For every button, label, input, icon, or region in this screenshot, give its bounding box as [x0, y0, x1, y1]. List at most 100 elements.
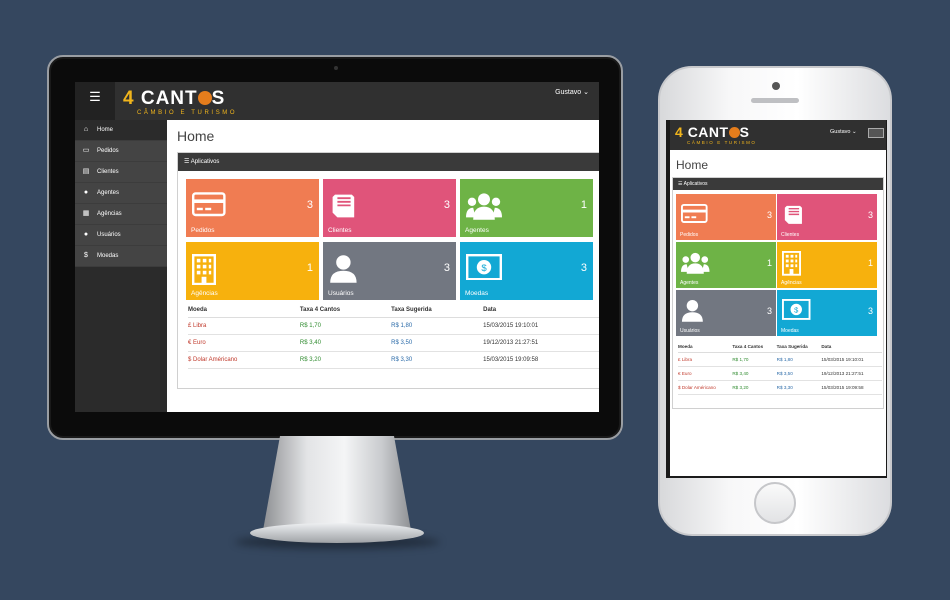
- table-cell: R$ 3,30: [776, 380, 822, 395]
- tile-moedas[interactable]: $3 Moedas: [777, 290, 877, 336]
- column-header: Taxa 4 Cantos: [732, 341, 777, 353]
- tile-count: 1: [580, 199, 587, 211]
- sidebar-item-usuarios[interactable]: ● Usuários: [75, 225, 167, 246]
- building-icon: ▦: [82, 210, 90, 217]
- desktop-monitor: ☰ 4 CANT S CÂMBIO E TURISMO Gustavo ⌄ ⌂ Ho…: [47, 55, 623, 440]
- sidebar-item-agentes[interactable]: ● Agentes: [75, 183, 167, 204]
- tile-moedas[interactable]: $3 Moedas: [460, 242, 593, 300]
- tile-count: 3: [867, 306, 873, 316]
- table-cell: 15/03/2015 19:10:01: [483, 317, 599, 335]
- tile-pedidos[interactable]: 3 Pedidos: [186, 179, 319, 237]
- tile-agências[interactable]: 1 Agências: [777, 242, 877, 288]
- tile-label: Pedidos: [680, 232, 699, 238]
- webcam: [334, 66, 338, 70]
- list-icon: ☰: [678, 181, 683, 187]
- rates-table: Moeda Taxa 4 Cantos Taxa Sugerida Data £ Lib…: [678, 341, 882, 395]
- column-header: Moeda: [678, 341, 733, 353]
- column-header: Taxa Sugerida: [776, 341, 822, 353]
- monitor-stand: [262, 436, 412, 536]
- column-header: Taxa 4 Cantos: [299, 303, 392, 318]
- tile-agentes[interactable]: 1 Agentes: [676, 242, 776, 288]
- table-cell: 15/03/2015 19:09:58: [483, 351, 599, 369]
- column-header: Moeda: [188, 303, 300, 318]
- phone-screen: 4 CANT S CÂMBIO E TURISMO Gustavo ⌄ Home …: [666, 120, 887, 478]
- tile-pedidos[interactable]: 3 Pedidos: [676, 194, 776, 240]
- front-camera: [772, 82, 780, 90]
- hamburger-icon: ☰: [89, 89, 101, 104]
- building-icon: [782, 251, 801, 281]
- mobile-navbar: 4 CANT S CÂMBIO E TURISMO Gustavo ⌄: [670, 120, 886, 150]
- tile-count: 3: [306, 199, 313, 211]
- tile-label: Clientes: [781, 232, 800, 238]
- menu-toggle-button[interactable]: ☰: [75, 82, 115, 120]
- table-row[interactable]: € Euro R$ 3,40 R$ 3,50 19/12/2013 21:27:51: [678, 366, 882, 381]
- tile-usuários[interactable]: 3 Usuários: [676, 290, 776, 336]
- menu-toggle-button[interactable]: [868, 128, 884, 138]
- brand-logo[interactable]: 4 CANT S CÂMBIO E TURISMO: [123, 88, 235, 116]
- table-cell: £ Libra: [678, 352, 733, 367]
- home-icon: ⌂: [83, 126, 89, 133]
- users-icon: [466, 191, 502, 225]
- sidebar-item-home[interactable]: ⌂ Home: [75, 120, 167, 141]
- svg-text:$: $: [481, 263, 487, 274]
- brand-logo[interactable]: 4 CANT S CÂMBIO E TURISMO: [675, 124, 755, 145]
- user-icon: [329, 254, 358, 288]
- book-icon: [329, 191, 358, 225]
- table-row[interactable]: $ Dolar Américano R$ 3,20 R$ 3,30 15/03/201…: [678, 380, 882, 395]
- tile-grid: 3 Pedidos 3 Clientes 1 Agentes 1 Agências 3 Usuár…: [676, 194, 877, 336]
- book-icon: [782, 203, 805, 231]
- user-menu[interactable]: Gustavo ⌄: [830, 129, 857, 135]
- tile-usuários[interactable]: 3 Usuários: [323, 242, 456, 300]
- table-cell: R$ 3,50: [776, 366, 822, 381]
- table-header-row: Moeda Taxa 4 Cantos Taxa Sugerida Data: [188, 303, 599, 318]
- tile-label: Moedas: [465, 290, 489, 297]
- tile-label: Usuários: [328, 290, 354, 297]
- tile-label: Pedidos: [191, 227, 215, 234]
- tile-clientes[interactable]: 3 Clientes: [323, 179, 456, 237]
- sidebar-item-agencias[interactable]: ▦ Agências: [75, 204, 167, 225]
- chevron-down-icon: ⌄: [852, 129, 857, 135]
- table-cell: R$ 3,20: [299, 351, 392, 369]
- table-cell: R$ 1,80: [391, 317, 484, 335]
- apps-panel: ☰ Aplicativos 3 Pedidos 3 Clientes 1 Agentes 1…: [672, 177, 884, 409]
- table-cell: R$ 1,70: [732, 352, 777, 367]
- rates-table: Moeda Taxa 4 Cantos Taxa Sugerida Data £ Lib…: [188, 303, 599, 369]
- tile-count: 3: [580, 262, 587, 274]
- brand-tagline: CÂMBIO E TURISMO: [137, 110, 238, 116]
- user-name: Gustavo: [830, 129, 851, 135]
- user-menu[interactable]: Gustavo ⌄: [555, 88, 589, 96]
- sidebar-item-pedidos[interactable]: ▭ Pedidos: [75, 141, 167, 162]
- table-cell: R$ 1,80: [776, 352, 822, 367]
- sidebar-item-clientes[interactable]: ▤ Clientes: [75, 162, 167, 183]
- table-cell: 15/03/2015 19:09:58: [821, 380, 882, 395]
- tile-grid: 3 Pedidos 3 Clientes 1 Agentes 1 Agências 3 Usuár…: [186, 179, 593, 300]
- tile-clientes[interactable]: 3 Clientes: [777, 194, 877, 240]
- table-row[interactable]: £ Libra R$ 1,70 R$ 1,80 15/03/2015 19:10:01: [678, 352, 882, 367]
- tile-agentes[interactable]: 1 Agentes: [460, 179, 593, 237]
- tile-label: Agentes: [680, 280, 699, 286]
- book-icon: ▤: [82, 168, 90, 175]
- smartphone: 4 CANT S CÂMBIO E TURISMO Gustavo ⌄ Home …: [658, 66, 892, 536]
- tile-label: Agências: [191, 290, 218, 297]
- table-cell: € Euro: [678, 366, 733, 381]
- table-row[interactable]: $ Dolar Américano R$ 3,20 R$ 3,30 15/03/201…: [188, 351, 599, 369]
- home-button[interactable]: [754, 482, 796, 524]
- tile-label: Clientes: [328, 227, 352, 234]
- table-cell: R$ 1,70: [299, 317, 392, 335]
- table-cell: $ Dolar Américano: [678, 380, 733, 395]
- top-navbar: ☰ 4 CANT S CÂMBIO E TURISMO Gustavo ⌄: [75, 82, 599, 120]
- table-cell: R$ 3,50: [391, 334, 484, 352]
- table-row[interactable]: £ Libra R$ 1,70 R$ 1,80 15/03/2015 19:10:01: [188, 317, 599, 335]
- tile-label: Agências: [781, 280, 802, 286]
- table-cell: £ Libra: [188, 317, 300, 335]
- tile-count: 3: [766, 210, 772, 220]
- user-icon: [681, 299, 704, 327]
- tile-agências[interactable]: 1 Agências: [186, 242, 319, 300]
- earpiece: [751, 98, 799, 103]
- tile-count: 3: [443, 262, 450, 274]
- table-row[interactable]: € Euro R$ 3,40 R$ 3,50 19/12/2013 21:27:51: [188, 334, 599, 352]
- tile-label: Usuários: [680, 328, 700, 334]
- credit-card-icon: [192, 191, 226, 222]
- sidebar-item-moedas[interactable]: $ Moedas: [75, 246, 167, 267]
- credit-card-icon: ▭: [82, 147, 90, 154]
